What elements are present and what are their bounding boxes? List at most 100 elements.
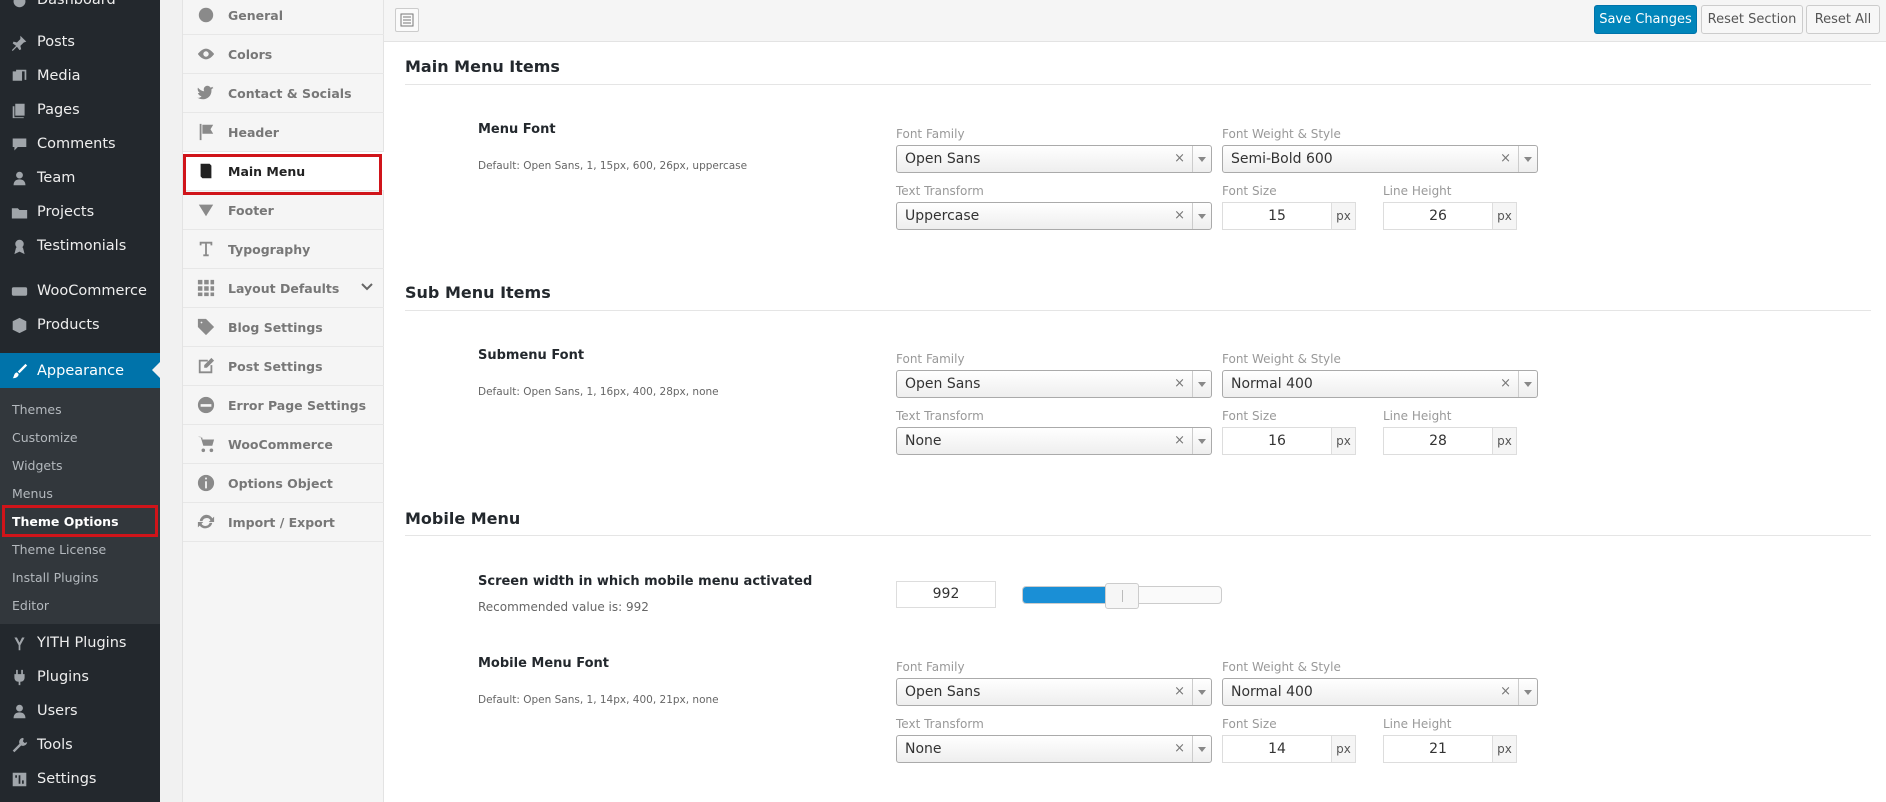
nav-footer[interactable]: Footer (183, 191, 384, 230)
expand-toggle-button[interactable] (395, 8, 419, 32)
nav-label: Post Settings (228, 358, 323, 374)
options-nav: General Colors Contact & Socials Header … (182, 0, 384, 802)
refresh-icon (196, 512, 216, 532)
menu-dashboard[interactable]: Dashboard (0, 0, 160, 17)
menu-projects[interactable]: Projects (0, 195, 160, 229)
select-value: None (905, 433, 942, 449)
clear-icon[interactable]: × (1500, 684, 1511, 699)
submenu-widgets[interactable]: Widgets (0, 452, 160, 478)
screen-width-slider[interactable] (1022, 583, 1222, 609)
nav-label: Footer (228, 202, 274, 218)
line-height-input[interactable]: 21 px (1383, 735, 1517, 763)
menu-users[interactable]: Users (0, 694, 160, 728)
menu-posts[interactable]: Posts (0, 25, 160, 59)
menu-settings[interactable]: Settings (0, 762, 160, 796)
clear-icon[interactable]: × (1174, 376, 1185, 391)
submenu-themes[interactable]: Themes (0, 396, 160, 422)
input-value[interactable]: 26 (1384, 203, 1492, 229)
menu-label: YITH Plugins (37, 635, 127, 651)
clear-icon[interactable]: × (1174, 151, 1185, 166)
submenu-menus[interactable]: Menus (0, 480, 160, 506)
clear-icon[interactable]: × (1174, 684, 1185, 699)
font-weight-select[interactable]: Semi-Bold 600 × (1222, 145, 1538, 173)
menu-label: Tools (37, 737, 73, 753)
dropdown-arrow-icon[interactable] (1192, 736, 1211, 762)
nav-general[interactable]: General (183, 0, 384, 35)
nav-typography[interactable]: Typography (183, 230, 384, 269)
nav-layout-defaults[interactable]: Layout Defaults (183, 269, 384, 308)
font-weight-select[interactable]: Normal 400 × (1222, 370, 1538, 398)
line-height-input[interactable]: 28 px (1383, 427, 1517, 455)
menu-testimonials[interactable]: Testimonials (0, 229, 160, 263)
font-size-input[interactable]: 16 px (1222, 427, 1356, 455)
font-family-label: Font Family (896, 127, 965, 141)
dropdown-arrow-icon[interactable] (1192, 371, 1211, 397)
nav-contact-socials[interactable]: Contact & Socials (183, 74, 384, 113)
menu-plugins[interactable]: Plugins (0, 660, 160, 694)
submenu-editor[interactable]: Editor (0, 592, 160, 618)
input-value[interactable]: 15 (1223, 203, 1331, 229)
reset-all-button[interactable]: Reset All (1806, 5, 1880, 34)
text-transform-select[interactable]: None × (896, 735, 1212, 763)
dropdown-arrow-icon[interactable] (1192, 428, 1211, 454)
clear-icon[interactable]: × (1174, 433, 1185, 448)
menu-appearance[interactable]: Appearance (0, 353, 160, 389)
tag-icon (196, 317, 216, 337)
text-transform-select[interactable]: None × (896, 427, 1212, 455)
clear-icon[interactable]: × (1174, 741, 1185, 756)
nav-label: Colors (228, 46, 273, 62)
menu-tools[interactable]: Tools (0, 728, 160, 762)
dropdown-arrow-icon[interactable] (1518, 146, 1537, 172)
submenu-theme-options[interactable]: Theme Options (0, 508, 160, 534)
nav-colors[interactable]: Colors (183, 35, 384, 74)
clear-icon[interactable]: × (1500, 151, 1511, 166)
menu-comments[interactable]: Comments (0, 127, 160, 161)
menu-pages[interactable]: Pages (0, 93, 160, 127)
chevron-down-icon[interactable] (360, 280, 374, 294)
font-size-input[interactable]: 15 px (1222, 202, 1356, 230)
nav-header[interactable]: Header (183, 113, 384, 152)
line-height-input[interactable]: 26 px (1383, 202, 1517, 230)
dropdown-arrow-icon[interactable] (1192, 203, 1211, 229)
section-title: Sub Menu Items (405, 283, 551, 302)
section-title: Main Menu Items (405, 57, 560, 76)
save-changes-button[interactable]: Save Changes (1594, 5, 1697, 34)
menu-products[interactable]: Products (0, 308, 160, 342)
input-value[interactable]: 21 (1384, 736, 1492, 762)
font-family-select[interactable]: Open Sans × (896, 145, 1212, 173)
input-value[interactable]: 16 (1223, 428, 1331, 454)
menu-team[interactable]: Team (0, 161, 160, 195)
nav-options-object[interactable]: Options Object (183, 464, 384, 503)
slider-handle[interactable] (1105, 583, 1139, 609)
nav-post-settings[interactable]: Post Settings (183, 347, 384, 386)
dropdown-arrow-icon[interactable] (1518, 371, 1537, 397)
dropdown-arrow-icon[interactable] (1192, 679, 1211, 705)
dropdown-arrow-icon[interactable] (1192, 146, 1211, 172)
nav-error-page-settings[interactable]: Error Page Settings (183, 386, 384, 425)
submenu-theme-license[interactable]: Theme License (0, 536, 160, 562)
font-family-select[interactable]: Open Sans × (896, 370, 1212, 398)
unit-label: px (1331, 428, 1355, 454)
yith-icon (10, 634, 28, 652)
nav-import-export[interactable]: Import / Export (183, 503, 384, 542)
submenu-customize[interactable]: Customize (0, 424, 160, 450)
menu-label: Products (37, 317, 100, 333)
clear-icon[interactable]: × (1500, 376, 1511, 391)
menu-yith-plugins[interactable]: YITH Plugins (0, 626, 160, 660)
input-value[interactable]: 28 (1384, 428, 1492, 454)
dropdown-arrow-icon[interactable] (1518, 679, 1537, 705)
reset-section-button[interactable]: Reset Section (1701, 5, 1803, 34)
nav-blog-settings[interactable]: Blog Settings (183, 308, 384, 347)
nav-woocommerce[interactable]: WooCommerce (183, 425, 384, 464)
input-value[interactable]: 14 (1223, 736, 1331, 762)
clear-icon[interactable]: × (1174, 208, 1185, 223)
font-weight-select[interactable]: Normal 400 × (1222, 678, 1538, 706)
text-transform-select[interactable]: Uppercase × (896, 202, 1212, 230)
font-size-input[interactable]: 14 px (1222, 735, 1356, 763)
menu-woocommerce[interactable]: WooCommerce (0, 274, 160, 308)
font-family-select[interactable]: Open Sans × (896, 678, 1212, 706)
screen-width-input[interactable]: 992 (896, 581, 996, 608)
submenu-install-plugins[interactable]: Install Plugins (0, 564, 160, 590)
menu-media[interactable]: Media (0, 59, 160, 93)
nav-main-menu[interactable]: Main Menu (183, 152, 384, 191)
